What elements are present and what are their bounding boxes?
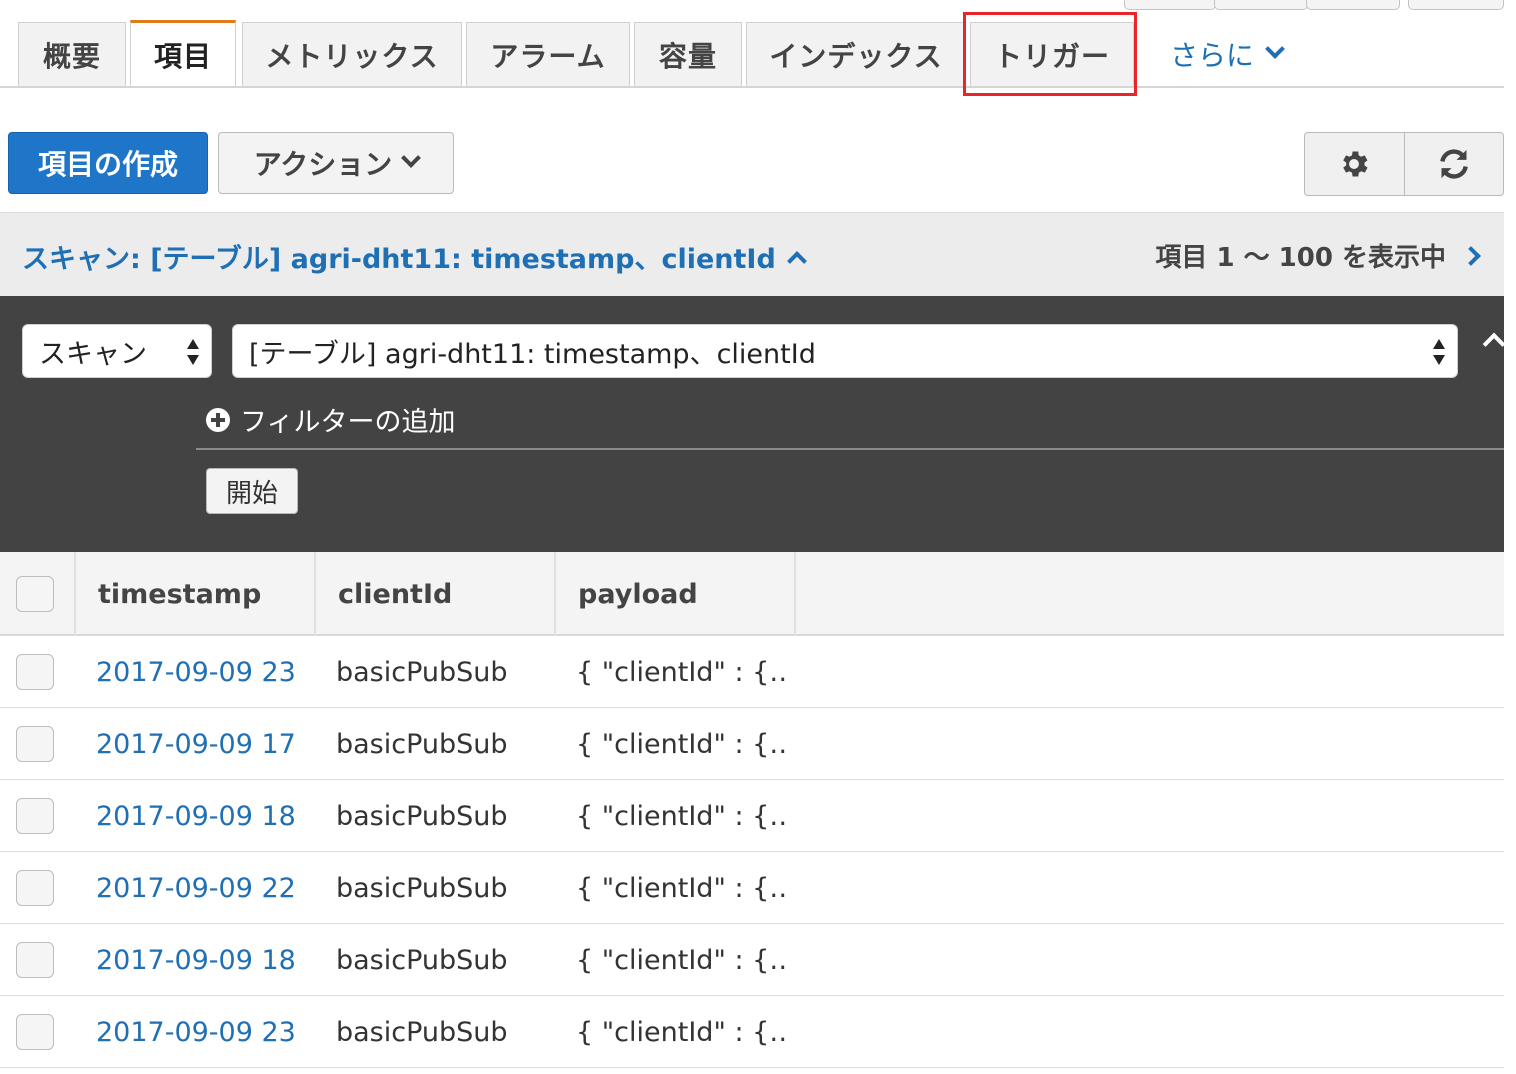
tab-bar: 概要 項目 メトリックス アラーム 容量 インデックス トリガー さらに bbox=[0, 20, 1504, 88]
table-row: 2017-09-09 23:0 basicPubSub { "clientId"… bbox=[0, 996, 1504, 1068]
column-header-clientid[interactable]: clientId bbox=[316, 552, 556, 636]
plus-circle-icon bbox=[206, 407, 230, 432]
scan-summary-bar: スキャン: [テーブル] agri-dht11: timestamp、clien… bbox=[0, 212, 1504, 296]
item-count: 項目 1 〜 100 を表示中 bbox=[1155, 237, 1481, 274]
scan-title-text: スキャン: [テーブル] agri-dht11: timestamp、clien… bbox=[22, 244, 776, 275]
select-arrows-icon bbox=[187, 337, 199, 367]
tab-indexes[interactable]: インデックス bbox=[746, 22, 966, 86]
row-clientid: basicPubSub bbox=[336, 728, 508, 760]
actions-dropdown-button[interactable]: アクション bbox=[218, 132, 454, 194]
row-clientid: basicPubSub bbox=[336, 872, 508, 904]
top-button-stub-1[interactable] bbox=[1124, 0, 1216, 10]
row-checkbox[interactable] bbox=[16, 654, 54, 690]
add-filter-link[interactable]: フィルターの追加 bbox=[206, 400, 455, 439]
scan-mode-value: スキャン bbox=[39, 338, 147, 370]
row-timestamp-link[interactable]: 2017-09-09 18:0 bbox=[96, 924, 298, 996]
row-checkbox[interactable] bbox=[16, 870, 54, 906]
table-row: 2017-09-09 18:5 basicPubSub { "clientId"… bbox=[0, 780, 1504, 852]
column-header-timestamp[interactable]: timestamp bbox=[76, 552, 316, 636]
gear-icon bbox=[1343, 151, 1368, 177]
table-row: 2017-09-09 18:0 basicPubSub { "clientId"… bbox=[0, 924, 1504, 996]
refresh-button[interactable] bbox=[1403, 133, 1504, 195]
table-row: 2017-09-09 17:0 basicPubSub { "clientId"… bbox=[0, 708, 1504, 780]
row-timestamp-link[interactable]: 2017-09-09 23:0 bbox=[96, 996, 298, 1068]
tab-more-dropdown[interactable]: さらに bbox=[1170, 22, 1285, 86]
row-timestamp-link[interactable]: 2017-09-09 18:5 bbox=[96, 780, 298, 852]
top-button-stub-4[interactable] bbox=[1408, 0, 1504, 10]
scan-filter-panel: スキャン [テーブル] agri-dht11: timestamp、client… bbox=[0, 296, 1506, 552]
chevron-down-icon bbox=[1265, 39, 1285, 59]
chevron-down-icon bbox=[401, 148, 422, 168]
row-timestamp-link[interactable]: 2017-09-09 17:0 bbox=[96, 708, 298, 780]
settings-button[interactable] bbox=[1305, 133, 1404, 195]
row-checkbox[interactable] bbox=[16, 942, 54, 978]
row-timestamp-link[interactable]: 2017-09-09 23:2 bbox=[96, 636, 298, 708]
table-row: 2017-09-09 22:5 basicPubSub { "clientId"… bbox=[0, 852, 1504, 924]
row-timestamp-link[interactable]: 2017-09-09 22:5 bbox=[96, 852, 298, 924]
table-select-value: [テーブル] agri-dht11: timestamp、clientId bbox=[249, 338, 816, 370]
scan-toggle[interactable]: スキャン: [テーブル] agri-dht11: timestamp、clien… bbox=[22, 237, 807, 276]
collapse-panel-icon[interactable] bbox=[1482, 332, 1506, 356]
row-clientid: basicPubSub bbox=[336, 800, 508, 832]
row-checkbox[interactable] bbox=[16, 726, 54, 762]
table-header: timestamp clientId payload bbox=[0, 552, 1504, 636]
select-arrows-icon bbox=[1433, 337, 1445, 367]
tab-items[interactable]: 項目 bbox=[130, 20, 236, 86]
row-payload: { "clientId" : {… bbox=[576, 656, 786, 688]
row-checkbox[interactable] bbox=[16, 798, 54, 834]
table-select[interactable]: [テーブル] agri-dht11: timestamp、clientId bbox=[232, 324, 1458, 378]
table-row: 2017-09-09 23:2 basicPubSub { "clientId"… bbox=[0, 636, 1504, 708]
row-payload: { "clientId" : {… bbox=[576, 872, 786, 904]
triggers-tab-highlight bbox=[963, 12, 1137, 96]
row-payload: { "clientId" : {… bbox=[576, 944, 786, 976]
row-clientid: basicPubSub bbox=[336, 944, 508, 976]
chevron-right-icon[interactable] bbox=[1461, 245, 1481, 266]
start-scan-button[interactable]: 開始 bbox=[206, 468, 298, 514]
row-clientid: basicPubSub bbox=[336, 1016, 508, 1048]
refresh-icon bbox=[1439, 149, 1468, 179]
row-payload: { "clientId" : {… bbox=[576, 728, 786, 760]
tab-metrics[interactable]: メトリックス bbox=[242, 22, 462, 86]
chevron-up-icon bbox=[786, 250, 807, 271]
scan-mode-select[interactable]: スキャン bbox=[22, 324, 212, 378]
tab-capacity[interactable]: 容量 bbox=[634, 22, 742, 86]
top-button-stub-2[interactable] bbox=[1214, 0, 1308, 10]
row-payload: { "clientId" : {… bbox=[576, 1016, 786, 1048]
tab-overview[interactable]: 概要 bbox=[18, 22, 126, 86]
add-filter-label: フィルターの追加 bbox=[240, 407, 456, 438]
create-item-button[interactable]: 項目の作成 bbox=[8, 132, 208, 194]
tab-more-label: さらに bbox=[1170, 39, 1255, 72]
tab-alarms[interactable]: アラーム bbox=[466, 22, 630, 86]
table-settings-group bbox=[1304, 132, 1504, 196]
panel-divider bbox=[196, 448, 1504, 450]
top-button-stub-3[interactable] bbox=[1306, 0, 1400, 10]
item-count-text: 項目 1 〜 100 を表示中 bbox=[1155, 243, 1446, 273]
row-clientid: basicPubSub bbox=[336, 656, 508, 688]
row-checkbox[interactable] bbox=[16, 1014, 54, 1050]
actions-label: アクション bbox=[253, 148, 393, 181]
column-header-payload[interactable]: payload bbox=[556, 552, 796, 636]
row-payload: { "clientId" : {… bbox=[576, 800, 786, 832]
column-header-blank bbox=[0, 552, 76, 636]
